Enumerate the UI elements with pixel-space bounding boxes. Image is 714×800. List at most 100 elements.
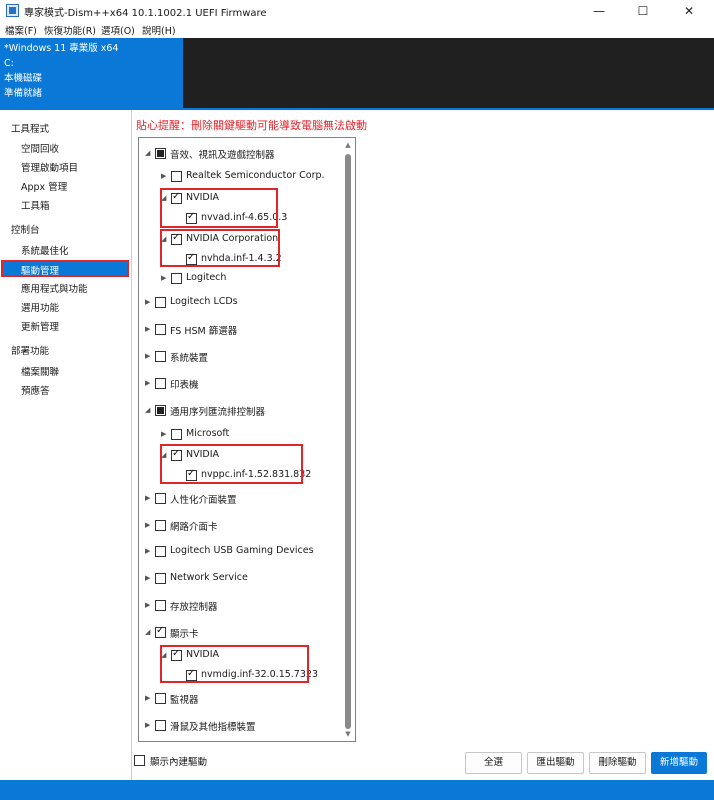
sidebar-item-toolbox[interactable]: 工具箱 bbox=[21, 198, 50, 212]
menu-help[interactable]: 說明(H) bbox=[142, 23, 176, 37]
highlight-box bbox=[160, 188, 278, 228]
export-drivers-button[interactable]: 匯出驅動 bbox=[527, 752, 584, 774]
checkbox-icon[interactable] bbox=[155, 378, 166, 389]
sidebar-item-space-cleanup[interactable]: 空間回收 bbox=[21, 141, 59, 155]
tree-node[interactable]: ▶ Microsoft bbox=[161, 427, 339, 443]
checkbox-icon[interactable] bbox=[155, 546, 166, 557]
sidebar: 工具程式 空間回收 管理啟動項目 Appx 管理 工具箱 控制台 系統最佳化 驅… bbox=[0, 110, 132, 780]
collapse-arrow-icon[interactable]: ◢ bbox=[145, 406, 153, 414]
tree-scrollbar[interactable]: ▲ ▼ bbox=[342, 138, 354, 741]
delete-drivers-button[interactable]: 刪除驅動 bbox=[589, 752, 646, 774]
title-bar: 專家模式-Dism++x64 10.1.1002.1 UEFI Firmware… bbox=[0, 0, 714, 22]
tree-node[interactable]: ▶ Network Service bbox=[145, 571, 339, 587]
menu-file[interactable]: 檔案(F) bbox=[5, 23, 37, 37]
expand-arrow-icon[interactable]: ▶ bbox=[145, 601, 153, 609]
menu-restore[interactable]: 恢復功能(R) bbox=[44, 23, 96, 37]
expand-arrow-icon[interactable]: ▶ bbox=[145, 325, 153, 333]
tree-node-label: 通用序列匯流排控制器 bbox=[170, 407, 266, 418]
tree-node[interactable]: ▶ 人性化介面裝置 bbox=[145, 491, 339, 507]
scroll-thumb[interactable] bbox=[345, 154, 351, 729]
sidebar-group-tools: 工具程式 bbox=[11, 124, 50, 135]
expand-arrow-icon[interactable]: ▶ bbox=[145, 574, 153, 582]
expand-arrow-icon[interactable]: ▶ bbox=[161, 430, 169, 438]
sidebar-item-apps[interactable]: 應用程式與功能 bbox=[21, 281, 88, 295]
tree-node-label: Logitech USB Gaming Devices bbox=[170, 545, 314, 556]
sidebar-item-updates[interactable]: 更新管理 bbox=[21, 319, 59, 333]
collapse-arrow-icon[interactable]: ◢ bbox=[145, 628, 153, 636]
tree-node[interactable]: ◢ 顯示卡 bbox=[145, 625, 339, 641]
checkbox-icon[interactable] bbox=[155, 297, 166, 308]
sidebar-item-startup[interactable]: 管理啟動項目 bbox=[21, 160, 78, 174]
sidebar-item-preanswer[interactable]: 預應答 bbox=[21, 383, 50, 397]
checkbox-icon[interactable] bbox=[155, 625, 166, 638]
sidebar-item-optional-features[interactable]: 選用功能 bbox=[21, 300, 59, 314]
minimize-button[interactable]: — bbox=[576, 0, 622, 22]
checkbox-icon[interactable] bbox=[171, 273, 182, 284]
close-button[interactable]: ✕ bbox=[666, 0, 712, 22]
collapse-arrow-icon[interactable]: ◢ bbox=[145, 149, 153, 157]
menu-options[interactable]: 選項(O) bbox=[101, 23, 135, 37]
expand-arrow-icon[interactable]: ▶ bbox=[145, 547, 153, 555]
tree-node-label: 系統裝置 bbox=[170, 353, 209, 364]
checkbox-icon[interactable] bbox=[155, 693, 166, 704]
tree-node[interactable]: ▶ Realtek Semiconductor Corp. bbox=[161, 169, 339, 185]
menu-bar: 檔案(F) 恢復功能(R) 選項(O) 說明(H) bbox=[0, 22, 714, 38]
header-dark-area bbox=[183, 38, 714, 108]
checkbox-icon[interactable] bbox=[155, 720, 166, 731]
expand-arrow-icon[interactable]: ▶ bbox=[145, 352, 153, 360]
checkbox-icon[interactable] bbox=[155, 148, 166, 159]
expand-arrow-icon[interactable]: ▶ bbox=[161, 172, 169, 180]
expand-arrow-icon[interactable]: ▶ bbox=[145, 694, 153, 702]
sidebar-item-appx[interactable]: Appx 管理 bbox=[21, 179, 67, 193]
checkbox-icon[interactable] bbox=[171, 429, 182, 440]
os-label: *Windows 11 專業版 x64 bbox=[4, 43, 119, 54]
disk-label: 本機磁碟 bbox=[4, 73, 43, 84]
add-drivers-button[interactable]: 新增驅動 bbox=[651, 752, 707, 774]
expand-arrow-icon[interactable]: ▶ bbox=[145, 379, 153, 387]
sidebar-item-drivers[interactable]: 驅動管理 bbox=[1, 260, 129, 277]
checkbox-icon[interactable] bbox=[155, 600, 166, 611]
tree-node[interactable]: ◢ 通用序列匯流排控制器 bbox=[145, 403, 339, 419]
sidebar-group-deploy: 部署功能 bbox=[11, 346, 50, 357]
sidebar-item-optimize[interactable]: 系統最佳化 bbox=[21, 243, 69, 257]
highlight-box bbox=[160, 645, 309, 683]
expand-arrow-icon[interactable]: ▶ bbox=[145, 494, 153, 502]
checkbox-icon[interactable] bbox=[155, 493, 166, 504]
tree-node[interactable]: ◢ 音效、視訊及遊戲控制器 bbox=[145, 146, 339, 162]
tree-node[interactable]: ▶ Logitech LCDs bbox=[145, 295, 339, 311]
tree-node-label: FS HSM 篩選器 bbox=[170, 326, 238, 337]
checkbox-icon[interactable] bbox=[155, 405, 166, 416]
tree-node[interactable]: ▶ 滑鼠及其他指標裝置 bbox=[145, 718, 339, 734]
tree-node[interactable]: ▶ Logitech USB Gaming Devices bbox=[145, 544, 339, 560]
expand-arrow-icon[interactable]: ▶ bbox=[145, 298, 153, 306]
scroll-up-icon[interactable]: ▲ bbox=[342, 141, 354, 149]
checkbox-icon[interactable] bbox=[155, 324, 166, 335]
select-all-button[interactable]: 全選 bbox=[465, 752, 522, 774]
checkbox-icon[interactable] bbox=[155, 351, 166, 362]
expand-arrow-icon[interactable]: ▶ bbox=[145, 721, 153, 729]
checkbox-icon[interactable] bbox=[134, 755, 145, 766]
tree-node-label: Logitech LCDs bbox=[170, 296, 238, 307]
expand-arrow-icon[interactable]: ▶ bbox=[161, 274, 169, 282]
checkbox-icon[interactable] bbox=[155, 573, 166, 584]
sidebar-item-file-assoc[interactable]: 檔案關聯 bbox=[21, 364, 59, 378]
session-panel[interactable]: *Windows 11 專業版 x64 C: 本機磁碟 準備就緒 bbox=[0, 38, 183, 108]
expand-arrow-icon[interactable]: ▶ bbox=[145, 521, 153, 529]
tree-node[interactable]: ▶ 網路介面卡 bbox=[145, 518, 339, 534]
tree-node-label: Network Service bbox=[170, 572, 248, 583]
tree-node[interactable]: ▶ Logitech bbox=[161, 271, 339, 287]
tree-node[interactable]: ▶ 印表機 bbox=[145, 376, 339, 392]
tree-node[interactable]: ▶ 存放控制器 bbox=[145, 598, 339, 614]
tree-node[interactable]: ▶ 監視器 bbox=[145, 691, 339, 707]
tree-node[interactable]: ▶ FS HSM 篩選器 bbox=[145, 322, 339, 338]
sidebar-item-drivers-label: 驅動管理 bbox=[21, 266, 60, 277]
checkbox-icon[interactable] bbox=[155, 520, 166, 531]
tree-node-label: 監視器 bbox=[170, 695, 199, 706]
checkbox-icon[interactable] bbox=[171, 171, 182, 182]
scroll-down-icon[interactable]: ▼ bbox=[342, 730, 354, 738]
drive-label: C: bbox=[4, 58, 14, 69]
maximize-button[interactable]: ☐ bbox=[620, 0, 666, 22]
tree-node-label: 音效、視訊及遊戲控制器 bbox=[170, 150, 275, 161]
tree-node-label: 存放控制器 bbox=[170, 602, 218, 613]
tree-node[interactable]: ▶ 系統裝置 bbox=[145, 349, 339, 365]
